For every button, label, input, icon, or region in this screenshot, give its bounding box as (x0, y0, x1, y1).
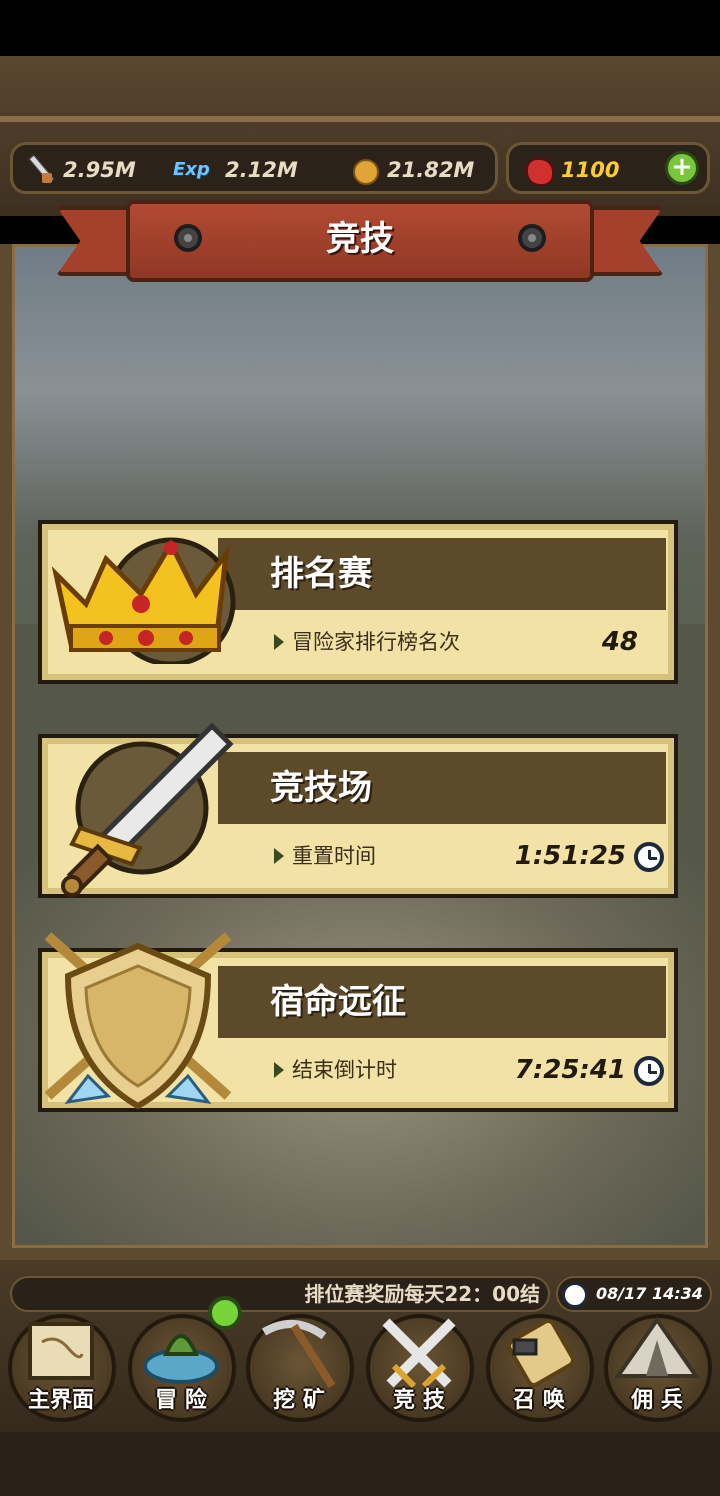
rank-value: 48 (601, 627, 638, 657)
nav-label: 冒 险 (155, 1388, 207, 1413)
gem-resource: 1100 (523, 155, 620, 186)
nav-arena[interactable]: 竞 技 (360, 1312, 478, 1428)
nav-summon[interactable]: 召 唤 (480, 1312, 598, 1428)
clock-icon (634, 1056, 664, 1086)
sword-icon (25, 155, 55, 185)
card-title: 排名赛 (270, 554, 372, 594)
card-subtitle: 重置时间 (270, 836, 376, 876)
bottom-edge (0, 1432, 720, 1496)
status-bar (0, 0, 720, 56)
attack-value: 2.95M (63, 158, 136, 182)
reset-timer: 1:51:25 (514, 841, 626, 871)
gold-resource: 21.82M (349, 155, 474, 185)
card-title: 竞技场 (270, 768, 372, 808)
exp-value: 2.12M (225, 158, 298, 182)
bolt-icon (518, 224, 546, 252)
gem-value: 1100 (561, 158, 620, 182)
clock-display: 08/17 14:34 (556, 1276, 712, 1312)
bolt-icon (174, 224, 202, 252)
card-subtitle: 结束倒计时 (270, 1050, 397, 1090)
attack-resource: 2.95M (25, 155, 136, 185)
resource-bar: 2.95M Exp 2.12M 21.82M (10, 142, 498, 194)
clock-icon (634, 842, 664, 872)
nav-label: 佣 兵 (631, 1388, 683, 1413)
date-time: 08/17 14:34 (596, 1284, 703, 1303)
gold-value: 21.82M (387, 158, 475, 182)
shield-icon (44, 932, 232, 1110)
nav-label: 召 唤 (513, 1388, 565, 1413)
gem-bar: 1100 + (506, 142, 710, 194)
nav-label: 竞 技 (393, 1388, 445, 1413)
ticker-text: 排位赛奖励每天22：00结 (304, 1282, 540, 1306)
card-title: 宿命远征 (270, 982, 406, 1022)
clock-icon (562, 1282, 588, 1308)
nav-label: 主界面 (27, 1388, 94, 1413)
exp-resource: Exp 2.12M (173, 155, 298, 185)
add-gems-button[interactable]: + (665, 151, 699, 185)
ruby-icon (523, 155, 554, 186)
nav-main[interactable]: 主界面 (2, 1312, 120, 1428)
announcement-ticker: 排位赛奖励每天22：00结 (10, 1276, 550, 1312)
exp-icon: Exp (173, 159, 210, 180)
notification-badge (208, 1296, 242, 1330)
sword-icon (61, 722, 234, 897)
nav-label: 挖 矿 (273, 1388, 325, 1413)
countdown-timer: 7:25:41 (514, 1055, 626, 1085)
crown-icon (51, 537, 236, 664)
nav-mercenary[interactable]: 佣 兵 (598, 1312, 716, 1428)
arena-card[interactable]: 竞技场 重置时间 1:51:25 (38, 722, 678, 898)
card-subtitle: 冒险家排行榜名次 (270, 622, 460, 662)
nav-mining[interactable]: 挖 矿 (240, 1312, 358, 1428)
gold-coin-icon (349, 155, 379, 185)
ranking-card[interactable]: 排名赛 冒险家排行榜名次 48 (38, 520, 678, 684)
expedition-card[interactable]: 宿命远征 结束倒计时 7:25:41 (38, 932, 678, 1112)
